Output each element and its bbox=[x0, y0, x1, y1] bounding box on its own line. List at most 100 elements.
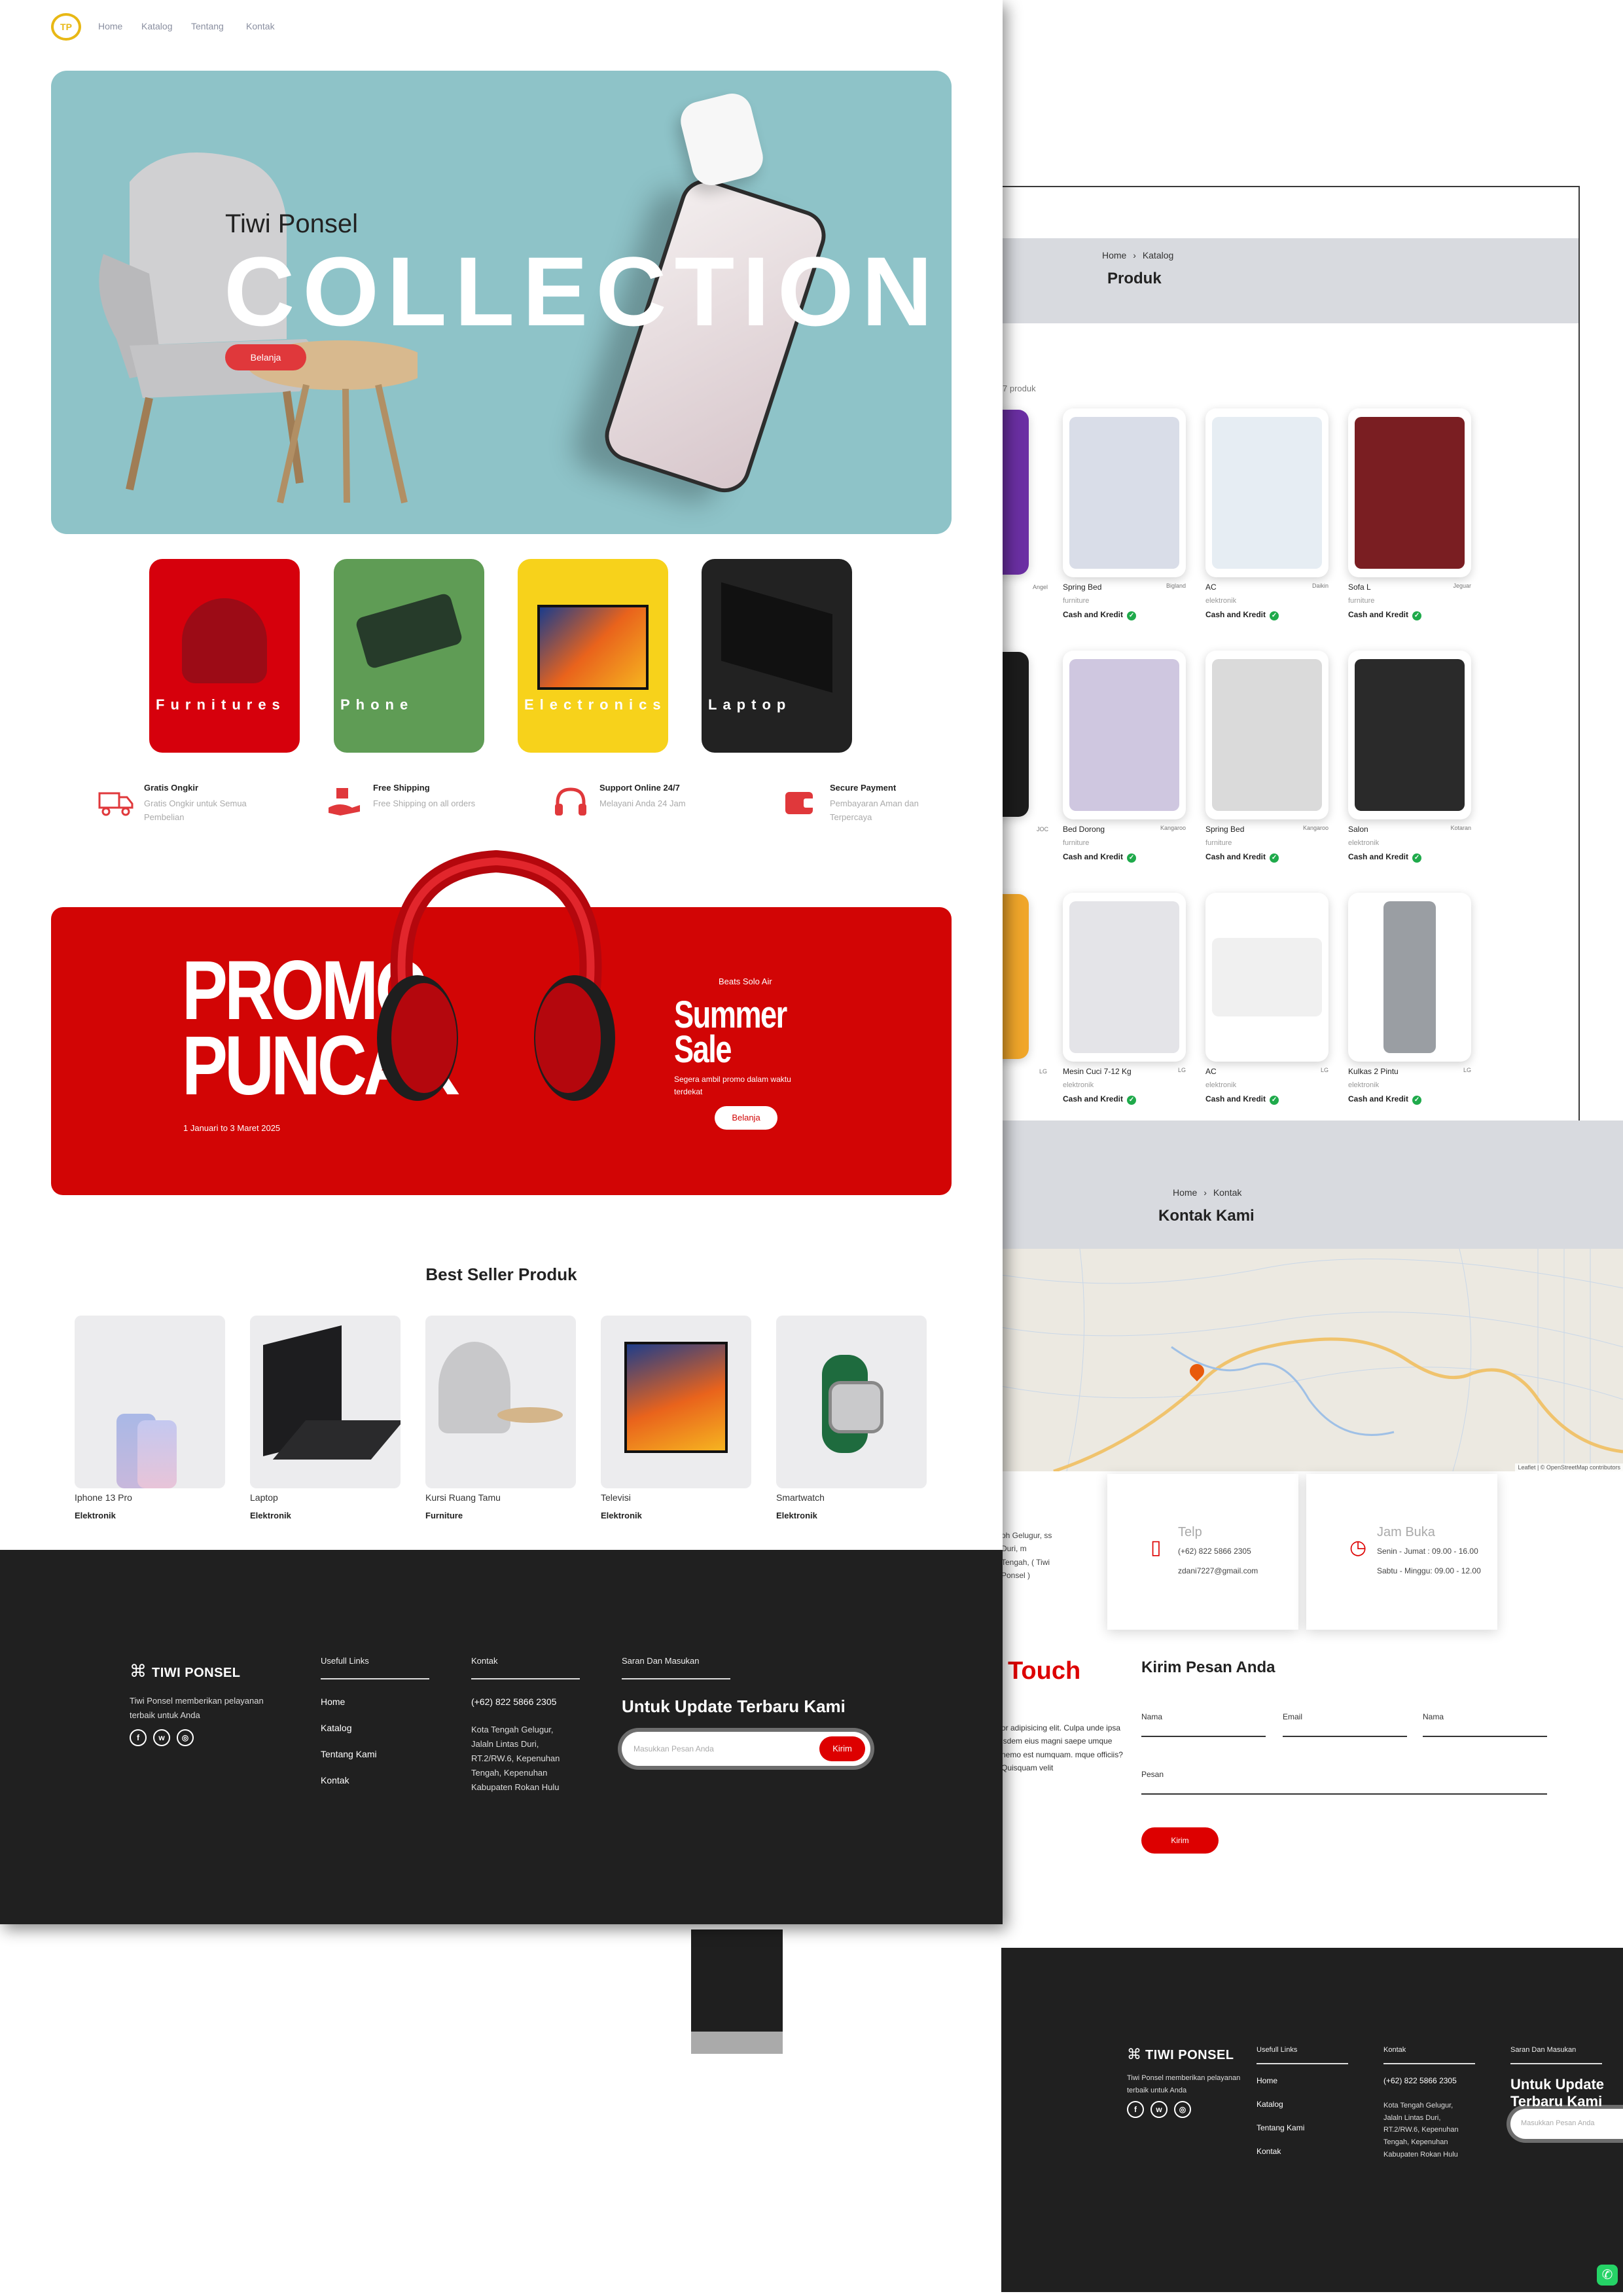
best-seller-card[interactable]: Televisi Elektronik bbox=[601, 1316, 751, 1520]
tv-thumb bbox=[537, 605, 649, 690]
newsletter-input[interactable]: Masukkan Pesan Anda bbox=[1521, 2119, 1595, 2127]
breadcrumb-home[interactable]: Home bbox=[1173, 1187, 1197, 1198]
product-card[interactable]: Spring Bed Bigland furniture Cash and Kre… bbox=[1063, 408, 1186, 620]
promo-product: Beats Solo Air bbox=[719, 977, 772, 986]
category-label: Phone bbox=[340, 696, 414, 713]
nav-kontak[interactable]: Kontak bbox=[246, 21, 275, 31]
best-seller-card[interactable]: Laptop Elektronik bbox=[250, 1316, 401, 1520]
breadcrumb-home[interactable]: Home bbox=[1102, 250, 1126, 260]
newsletter-input[interactable]: Masukkan Pesan Anda bbox=[633, 1744, 714, 1753]
payment-badge: Cash and Kredit ✓ bbox=[1348, 1094, 1471, 1105]
product-brand: LG bbox=[1177, 1067, 1186, 1073]
footer-link-kontak[interactable]: Kontak bbox=[1257, 2147, 1281, 2156]
product-card[interactable]: AC Daikin elektronik Cash and Kredit ✓ bbox=[1205, 408, 1329, 620]
product-card[interactable]: Bed Dorong Kangaroo furniture Cash and Kr… bbox=[1063, 651, 1186, 863]
promo-description: Segera ambil promo dalam waktu terdekat bbox=[674, 1075, 791, 1097]
location-map[interactable]: Leaflet | © OpenStreetMap contributors bbox=[1001, 1249, 1623, 1471]
message-input[interactable] bbox=[1141, 1793, 1547, 1795]
category-electronics[interactable]: Electronics bbox=[518, 559, 668, 753]
instagram-icon[interactable]: ◎ bbox=[1174, 2101, 1191, 2118]
partial-card-brand-2: JOC bbox=[1037, 826, 1048, 833]
category-phone[interactable]: Phone bbox=[334, 559, 484, 753]
instagram-icon[interactable]: ◎ bbox=[177, 1729, 194, 1746]
logo[interactable]: TP bbox=[51, 13, 81, 41]
payment-badge: Cash and Kredit ✓ bbox=[1205, 852, 1329, 863]
product-card[interactable]: Spring Bed Kangaroo furniture Cash and Kr… bbox=[1205, 651, 1329, 863]
name2-input[interactable] bbox=[1423, 1736, 1547, 1737]
footer-link-tentang[interactable]: Tentang Kami bbox=[321, 1749, 377, 1759]
message-field-label: Pesan bbox=[1141, 1770, 1164, 1779]
partial-card-2[interactable] bbox=[1003, 652, 1029, 817]
product-card[interactable]: Kulkas 2 Pintu LG elektronik Cash and Kre… bbox=[1348, 893, 1471, 1105]
product-name: Televisi bbox=[601, 1492, 631, 1503]
best-seller-card[interactable]: Iphone 13 Pro Elektronik bbox=[75, 1316, 225, 1520]
footer-link-kontak[interactable]: Kontak bbox=[321, 1775, 349, 1785]
address-fragment: oh Gelugur, ss Duri, m Tengah, ( Tiwi Po… bbox=[1001, 1531, 1052, 1581]
contact-header-band: Home › Kontak Kontak Kami bbox=[1001, 1121, 1623, 1251]
footer-link-katalog[interactable]: Katalog bbox=[321, 1723, 351, 1733]
nav-katalog[interactable]: Katalog bbox=[141, 21, 172, 31]
name-field-label: Nama bbox=[1141, 1712, 1163, 1721]
name-input[interactable] bbox=[1141, 1736, 1266, 1737]
promo-shop-button[interactable]: Belanja bbox=[715, 1106, 777, 1130]
newsletter-underline bbox=[1510, 2063, 1602, 2064]
check-icon: ✓ bbox=[1412, 1096, 1422, 1105]
clock-icon: ◷ bbox=[1349, 1537, 1367, 1558]
nav-tentang[interactable]: Tentang bbox=[191, 21, 224, 31]
email-input[interactable] bbox=[1283, 1736, 1407, 1737]
truck-icon bbox=[98, 785, 134, 818]
links-heading: Usefull Links bbox=[321, 1656, 369, 1666]
partial-card-1[interactable] bbox=[1003, 410, 1029, 575]
promo-date: 1 Januari to 3 Maret 2025 bbox=[183, 1123, 281, 1133]
breadcrumb-separator: › bbox=[1133, 250, 1136, 260]
product-card[interactable]: Sofa L Jeguar furniture Cash and Kredit ✓ bbox=[1348, 408, 1471, 620]
check-icon: ✓ bbox=[1270, 611, 1279, 620]
newsletter-send-button[interactable]: Kirim bbox=[819, 1736, 865, 1761]
product-name: Sofa L bbox=[1348, 583, 1371, 592]
whatsapp-icon[interactable]: w bbox=[1150, 2101, 1168, 2118]
payment-badge: Cash and Kredit ✓ bbox=[1348, 610, 1471, 620]
page-title: Kontak Kami bbox=[1158, 1207, 1255, 1225]
product-brand: Bigland bbox=[1166, 583, 1186, 589]
footer-link-home[interactable]: Home bbox=[1257, 2076, 1277, 2085]
check-icon: ✓ bbox=[1412, 853, 1422, 863]
page-title: Produk bbox=[1107, 270, 1162, 287]
newsletter-title: Untuk Update Terbaru Kami bbox=[1510, 2076, 1604, 2109]
facebook-icon[interactable]: f bbox=[130, 1729, 147, 1746]
best-seller-card[interactable]: Smartwatch Elektronik bbox=[776, 1316, 927, 1520]
get-in-touch-heading: Touch bbox=[1008, 1657, 1081, 1685]
send-button[interactable]: Kirim bbox=[1141, 1827, 1219, 1854]
partial-card-3[interactable] bbox=[1003, 894, 1029, 1059]
product-category: elektronik bbox=[1348, 839, 1380, 847]
product-category: furniture bbox=[1063, 839, 1090, 847]
footer-link-tentang[interactable]: Tentang Kami bbox=[1257, 2123, 1304, 2132]
product-card[interactable]: Mesin Cuci 7-12 Kg LG elektronik Cash and… bbox=[1063, 893, 1186, 1105]
category-laptop[interactable]: Laptop bbox=[702, 559, 852, 753]
whatsapp-icon[interactable]: w bbox=[153, 1729, 170, 1746]
product-image bbox=[601, 1316, 751, 1488]
product-name: AC bbox=[1205, 1067, 1217, 1076]
product-brand: Kangaroo bbox=[1160, 825, 1186, 831]
facebook-icon[interactable]: f bbox=[1127, 2101, 1144, 2118]
footer-link-home[interactable]: Home bbox=[321, 1696, 345, 1707]
nav-home[interactable]: Home bbox=[98, 21, 122, 31]
category-label: Electronics bbox=[524, 696, 667, 713]
category-furnitures[interactable]: Furnitures bbox=[149, 559, 300, 753]
footer-link-katalog[interactable]: Katalog bbox=[1257, 2100, 1283, 2109]
contact-footer: ⌘ TIWI PONSEL Tiwi Ponsel memberikan pela… bbox=[1001, 1948, 1623, 2292]
product-card[interactable]: AC LG elektronik Cash and Kredit ✓ bbox=[1205, 893, 1329, 1105]
headset-icon bbox=[554, 785, 589, 818]
map-attribution[interactable]: Leaflet | © OpenStreetMap contributors bbox=[1515, 1463, 1623, 1471]
product-card[interactable]: Salon Kotaran elektronik Cash and Kredit ✓ bbox=[1348, 651, 1471, 863]
product-category: elektronik bbox=[1205, 1081, 1237, 1089]
breadcrumb-current: Kontak bbox=[1213, 1187, 1242, 1198]
product-name: AC bbox=[1205, 583, 1217, 592]
best-seller-card[interactable]: Kursi Ruang Tamu Furniture bbox=[425, 1316, 576, 1520]
email-field-label: Email bbox=[1283, 1712, 1303, 1721]
links-underline bbox=[321, 1678, 429, 1679]
breadcrumb-separator: › bbox=[1204, 1187, 1207, 1198]
hero-shop-button[interactable]: Belanja bbox=[225, 344, 306, 370]
whatsapp-icon[interactable]: ✆ bbox=[1597, 2265, 1618, 2286]
product-image bbox=[75, 1316, 225, 1488]
links-underline bbox=[1257, 2063, 1348, 2064]
